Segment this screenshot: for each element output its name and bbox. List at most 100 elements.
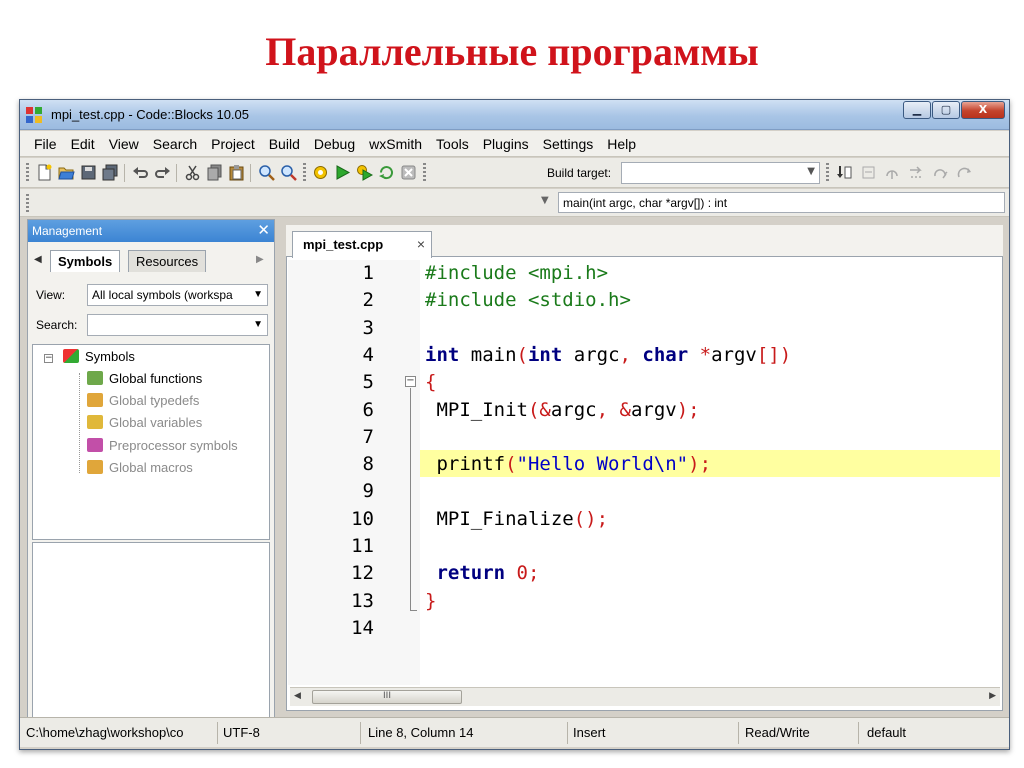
close-button[interactable]: X <box>961 101 1005 119</box>
replace-icon[interactable] <box>280 164 297 181</box>
code-line[interactable]: int main(int argc, char *argv[]) <box>425 344 791 366</box>
close-icon[interactable]: ✕ <box>257 221 270 239</box>
code-token: ; <box>528 562 540 584</box>
code-token: ); <box>688 453 712 475</box>
save-all-icon[interactable] <box>102 164 119 181</box>
save-icon[interactable] <box>80 164 97 181</box>
rebuild-icon[interactable] <box>378 164 395 181</box>
tree-item-global-typedefs[interactable]: Global typedefs <box>87 393 199 413</box>
horizontal-scrollbar[interactable]: ◀ III ▶ <box>290 687 1000 706</box>
tree-item-global-functions[interactable]: Global functions <box>87 371 202 391</box>
tree-root-label: Symbols <box>85 349 135 364</box>
build-run-icon[interactable] <box>356 164 373 181</box>
code-line[interactable]: #include <stdio.h> <box>425 289 631 311</box>
fold-toggle[interactable]: − <box>405 376 416 387</box>
title-bar[interactable]: mpi_test.cpp - Code::Blocks 10.05 ▁ ▢ X <box>20 100 1009 130</box>
code-line[interactable]: } <box>425 590 436 612</box>
menu-search[interactable]: Search <box>147 136 205 152</box>
menu-edit[interactable]: Edit <box>65 136 103 152</box>
tree-item-preprocessor-symbols[interactable]: Preprocessor symbols <box>87 438 238 458</box>
code-token: main <box>459 344 517 366</box>
open-icon[interactable] <box>58 164 75 181</box>
redo-icon[interactable] <box>154 164 171 181</box>
paste-icon[interactable] <box>228 164 245 181</box>
next-instruction-icon[interactable] <box>956 164 973 181</box>
menu-project[interactable]: Project <box>205 136 263 152</box>
debug-icon[interactable] <box>836 164 853 181</box>
next-line-icon[interactable] <box>932 164 949 181</box>
scrollbar-thumb[interactable]: III <box>312 690 462 704</box>
build-icon[interactable] <box>312 164 329 181</box>
view-select[interactable]: All local symbols (workspa ▼ <box>87 284 268 306</box>
symbols-tree: − Symbols Global functions Global typede… <box>32 344 270 540</box>
toolbar-grip[interactable] <box>26 194 29 214</box>
code-line[interactable]: #include <mpi.h> <box>425 262 608 284</box>
code-line[interactable]: MPI_Init(&argc, &argv); <box>425 399 699 421</box>
chevron-down-icon[interactable]: ▼ <box>541 195 549 206</box>
tab-mpi-test-cpp[interactable]: mpi_test.cpp × <box>292 231 432 258</box>
search-input[interactable]: ▼ <box>87 314 268 336</box>
step-out-icon[interactable] <box>908 164 925 181</box>
menu-settings[interactable]: Settings <box>537 136 602 152</box>
toolbar-grip[interactable] <box>423 163 426 183</box>
new-file-icon[interactable] <box>36 164 53 181</box>
status-separator <box>360 722 361 744</box>
tab-symbols[interactable]: Symbols <box>50 250 121 272</box>
menu-debug[interactable]: Debug <box>308 136 363 152</box>
code-token: argv <box>630 399 677 421</box>
scroll-right-icon[interactable]: ▶ <box>989 691 996 701</box>
chevron-left-icon[interactable]: ◀ <box>34 254 42 265</box>
scroll-left-icon[interactable]: ◀ <box>294 691 301 701</box>
status-cursor-position: Line 8, Column 14 <box>368 725 474 740</box>
close-icon[interactable]: × <box>417 236 425 252</box>
code-token: ( <box>516 344 528 366</box>
code-token: (& <box>527 399 551 421</box>
code-line[interactable]: return 0; <box>425 562 539 584</box>
menu-plugins[interactable]: Plugins <box>477 136 537 152</box>
toolbar-grip[interactable] <box>26 163 29 183</box>
tree-root-symbols[interactable]: Symbols <box>63 349 135 369</box>
toolbar-grip[interactable] <box>303 163 306 183</box>
undo-icon[interactable] <box>132 164 149 181</box>
step-into-icon[interactable] <box>884 164 901 181</box>
management-header: Management ✕ <box>28 220 274 242</box>
copy-icon[interactable] <box>206 164 223 181</box>
tree-item-global-variables[interactable]: Global variables <box>87 415 202 435</box>
cut-icon[interactable] <box>184 164 201 181</box>
line-number: 7 <box>362 426 374 448</box>
code-token: return <box>436 562 506 584</box>
maximize-button[interactable]: ▢ <box>932 101 960 119</box>
codeblocks-app-icon <box>26 107 43 124</box>
menu-file[interactable]: File <box>28 136 65 152</box>
step-over-icon[interactable] <box>860 164 877 181</box>
toolbar-grip[interactable] <box>826 163 829 183</box>
function-selector[interactable]: main(int argc, char *argv[]) : int <box>558 192 1005 213</box>
find-icon[interactable] <box>258 164 275 181</box>
tab-resources[interactable]: Resources <box>128 250 207 272</box>
code-token: []) <box>756 344 792 366</box>
code-line[interactable]: MPI_Finalize(); <box>425 508 608 530</box>
menu-tools[interactable]: Tools <box>430 136 477 152</box>
chevron-right-icon[interactable]: ▶ <box>256 254 264 265</box>
menu-help[interactable]: Help <box>601 136 644 152</box>
build-target-select[interactable]: ▼ <box>621 162 820 184</box>
folder-icon <box>87 393 103 407</box>
menu-view[interactable]: View <box>103 136 147 152</box>
abort-icon[interactable] <box>400 164 417 181</box>
slide-title: Параллельные программы <box>265 29 759 74</box>
toolbar-separator <box>176 164 177 182</box>
code-line[interactable]: { <box>425 371 436 393</box>
status-access: Read/Write <box>745 725 810 740</box>
menu-wxsmith[interactable]: wxSmith <box>363 136 430 152</box>
code-line[interactable]: printf("Hello World\n"); <box>425 453 711 475</box>
tree-collapse-toggle[interactable]: − <box>44 354 53 363</box>
code-completion-toolbar: ▼ main(int argc, char *argv[]) : int <box>20 189 1009 217</box>
run-icon[interactable] <box>334 164 351 181</box>
tree-item-global-macros[interactable]: Global macros <box>87 460 193 480</box>
minimize-button[interactable]: ▁ <box>903 101 931 119</box>
line-number: 5 <box>362 371 374 393</box>
folder-icon <box>87 460 103 474</box>
menu-build[interactable]: Build <box>263 136 308 152</box>
